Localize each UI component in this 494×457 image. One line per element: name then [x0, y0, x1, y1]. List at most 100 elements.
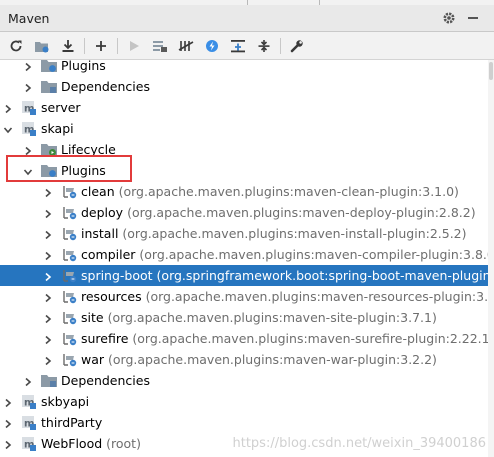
- add-icon[interactable]: [91, 36, 111, 56]
- tree-node-label: site (org.apache.maven.plugins:maven-sit…: [81, 310, 437, 325]
- plugin-icon: [60, 204, 78, 221]
- tree-node-label: compiler (org.apache.maven.plugins:maven…: [81, 247, 488, 262]
- node-name: skapi: [41, 121, 74, 136]
- tree-node-label: Dependencies: [61, 79, 150, 94]
- node-name: spring-boot: [81, 268, 153, 283]
- tree-node-thirdparty[interactable]: m thirdParty: [0, 412, 488, 433]
- settings-wrench-icon[interactable]: [287, 36, 307, 56]
- plugins-folder-icon: [40, 57, 58, 74]
- node-coordinates: (org.apache.maven.plugins:maven-deploy-p…: [127, 205, 476, 220]
- chevron-right-icon[interactable]: [43, 249, 53, 261]
- execute-goal-icon[interactable]: [150, 36, 170, 56]
- tree-node-label: Dependencies: [61, 373, 150, 388]
- tree-node-label: war (org.apache.maven.plugins:maven-war-…: [81, 352, 437, 367]
- tree-node-spring-boot[interactable]: spring-boot (org.springframework.boot:sp…: [0, 265, 488, 286]
- dependencies-folder-icon: [40, 78, 58, 95]
- tree-node-deploy[interactable]: deploy (org.apache.maven.plugins:maven-d…: [0, 202, 488, 223]
- tree-node-server[interactable]: m server: [0, 97, 488, 118]
- tree-node-war[interactable]: war (org.apache.maven.plugins:maven-war-…: [0, 349, 488, 370]
- tree-node-label: install (org.apache.maven.plugins:maven-…: [81, 226, 467, 241]
- tree-node-label: deploy (org.apache.maven.plugins:maven-d…: [81, 205, 476, 220]
- node-name: surefire: [81, 331, 129, 346]
- tree-node-compiler[interactable]: compiler (org.apache.maven.plugins:maven…: [0, 244, 488, 265]
- chevron-right-icon[interactable]: [43, 228, 53, 240]
- plugin-icon: [60, 267, 78, 284]
- plugin-icon: [60, 309, 78, 326]
- tree-node-dependencies[interactable]: Dependencies: [0, 370, 488, 391]
- minimize-icon[interactable]: [466, 11, 480, 28]
- plugin-icon: [60, 246, 78, 263]
- plugin-icon: [60, 330, 78, 347]
- highlight-box: [6, 155, 132, 182]
- chevron-right-icon[interactable]: [43, 270, 53, 282]
- maven-module-icon: m: [20, 393, 38, 410]
- node-coordinates: (org.apache.maven.plugins:maven-install-…: [122, 226, 467, 241]
- node-coordinates: (org.apache.maven.plugins:maven-clean-pl…: [118, 184, 459, 199]
- plugin-icon: [60, 183, 78, 200]
- tree-node-label: server: [41, 100, 81, 115]
- tree-node-label: skbyapi: [41, 394, 89, 409]
- show-dependencies-icon[interactable]: [228, 36, 248, 56]
- run-icon[interactable]: [124, 36, 144, 56]
- node-name: site: [81, 310, 104, 325]
- chevron-right-icon[interactable]: [3, 396, 13, 408]
- node-name: war: [81, 352, 105, 367]
- tree-node-label: surefire (org.apache.maven.plugins:maven…: [81, 331, 488, 346]
- node-coordinates: (org.apache.maven.plugins:maven-surefire…: [132, 331, 488, 346]
- offline-mode-icon[interactable]: [202, 36, 222, 56]
- toolbar-separator: [117, 38, 118, 54]
- chevron-right-icon[interactable]: [3, 438, 13, 450]
- chevron-right-icon[interactable]: [23, 81, 33, 93]
- chevron-right-icon[interactable]: [3, 417, 13, 429]
- chevron-right-icon[interactable]: [3, 102, 13, 114]
- maven-module-icon: m: [20, 414, 38, 431]
- node-coordinates: (org.apache.maven.plugins:maven-resource…: [145, 289, 488, 304]
- chevron-down-icon[interactable]: [3, 123, 13, 134]
- add-maven-project-icon[interactable]: [32, 36, 52, 56]
- node-name: resources: [81, 289, 142, 304]
- tree-node-dependencies[interactable]: Dependencies: [0, 76, 488, 97]
- node-name: compiler: [81, 247, 136, 262]
- tree-node-skapi[interactable]: m skapi: [0, 118, 488, 139]
- download-sources-icon[interactable]: [58, 36, 78, 56]
- node-name: server: [41, 100, 81, 115]
- chevron-right-icon[interactable]: [23, 60, 33, 72]
- tree-node-install[interactable]: install (org.apache.maven.plugins:maven-…: [0, 223, 488, 244]
- node-coordinates: (org.apache.maven.plugins:maven-site-plu…: [107, 310, 437, 325]
- scrollbar-thumb[interactable]: [489, 62, 493, 80]
- tree-node-skbyapi[interactable]: m skbyapi: [0, 391, 488, 412]
- tool-window-header: Maven: [0, 5, 494, 32]
- plugin-icon: [60, 225, 78, 242]
- node-name: install: [81, 226, 119, 241]
- tree-node-clean[interactable]: clean (org.apache.maven.plugins:maven-cl…: [0, 181, 488, 202]
- tree-node-resources[interactable]: resources (org.apache.maven.plugins:mave…: [0, 286, 488, 307]
- collapse-all-icon[interactable]: [254, 36, 274, 56]
- reimport-icon[interactable]: [6, 36, 26, 56]
- node-coordinates: (org.springframework.boot:spring-boot-ma…: [156, 268, 488, 283]
- node-name: deploy: [81, 205, 124, 220]
- node-name: clean: [81, 184, 115, 199]
- plugin-icon: [60, 288, 78, 305]
- tree-node-label: resources (org.apache.maven.plugins:mave…: [81, 289, 488, 304]
- chevron-right-icon[interactable]: [23, 375, 33, 387]
- watermark: https://blog.csdn.net/weixin_39400186: [232, 436, 486, 451]
- chevron-right-icon[interactable]: [43, 354, 53, 366]
- chevron-right-icon[interactable]: [43, 291, 53, 303]
- tool-window-title: Maven: [8, 11, 50, 26]
- tree-node-surefire[interactable]: surefire (org.apache.maven.plugins:maven…: [0, 328, 488, 349]
- chevron-right-icon[interactable]: [43, 312, 53, 324]
- chevron-right-icon[interactable]: [23, 144, 33, 156]
- node-coordinates: (org.apache.maven.plugins:maven-war-plug…: [108, 352, 437, 367]
- chevron-right-icon[interactable]: [43, 333, 53, 345]
- chevron-right-icon[interactable]: [43, 207, 53, 219]
- skip-tests-icon[interactable]: [176, 36, 196, 56]
- tree-node-site[interactable]: site (org.apache.maven.plugins:maven-sit…: [0, 307, 488, 328]
- maven-module-icon: m: [20, 99, 38, 116]
- vertical-scrollbar[interactable]: [488, 60, 494, 457]
- maven-module-icon: m: [20, 120, 38, 137]
- tree-node-label: skapi: [41, 121, 74, 136]
- settings-gear-icon[interactable]: [442, 11, 456, 28]
- node-name: Plugins: [61, 58, 106, 73]
- tree-node-plugins[interactable]: Plugins: [0, 55, 488, 76]
- chevron-right-icon[interactable]: [43, 186, 53, 198]
